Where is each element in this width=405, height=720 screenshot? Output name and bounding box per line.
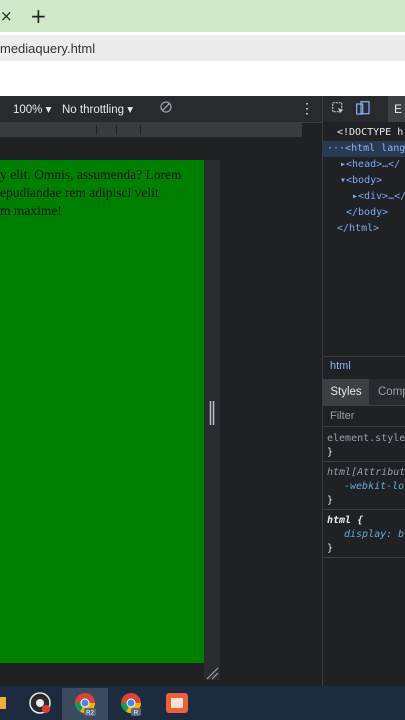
taskbar xyxy=(0,686,405,720)
more-options-icon[interactable]: ⋮ xyxy=(300,100,314,116)
tab-styles[interactable]: Styles xyxy=(323,379,369,405)
css-rule-end: } xyxy=(327,543,334,554)
css-rule-selector[interactable]: html[Attribut xyxy=(327,466,405,480)
dom-node-html[interactable]: ···<html lang= xyxy=(323,141,405,157)
css-rule-end: } xyxy=(327,447,334,458)
styles-filter-input[interactable]: Filter xyxy=(330,410,354,422)
dom-node-html-close[interactable]: </html> xyxy=(337,221,379,237)
css-rule-selector[interactable]: element.style xyxy=(327,432,405,446)
dom-node-body[interactable]: ▾<body> xyxy=(340,173,382,189)
new-tab-button[interactable]: + xyxy=(30,5,50,27)
viewport-paragraph: y elit. Omnis, assumenda? Lorem epudiand… xyxy=(0,167,182,218)
rule-divider xyxy=(323,461,405,462)
ruler-divider xyxy=(116,125,117,135)
resize-handle-icon[interactable] xyxy=(209,401,215,425)
css-rule-property[interactable]: display: b xyxy=(344,528,404,542)
breadcrumb-item-html[interactable]: html xyxy=(330,360,351,372)
start-icon[interactable] xyxy=(0,688,8,718)
corner-resize-icon[interactable] xyxy=(205,666,219,680)
chrome-icon-r[interactable]: R xyxy=(114,688,148,718)
dom-node-div[interactable]: ▸<div>…</ xyxy=(352,189,405,205)
zoom-dropdown[interactable]: 100% ▾ xyxy=(13,102,51,116)
chrome-icon-r2[interactable]: R2 xyxy=(68,688,102,718)
css-rule-property[interactable]: -webkit-lo xyxy=(344,480,404,494)
device-toggle-icon[interactable] xyxy=(356,101,370,115)
dom-node-body-close[interactable]: </body> xyxy=(346,205,388,221)
emulated-viewport[interactable] xyxy=(0,160,204,663)
ruler-divider xyxy=(96,125,97,135)
tab-computed[interactable]: Comp xyxy=(378,379,405,405)
ruler-divider xyxy=(140,125,141,135)
rule-divider xyxy=(323,557,405,558)
inspect-element-icon[interactable] xyxy=(332,102,344,114)
tab-strip xyxy=(0,0,405,32)
obs-icon[interactable] xyxy=(24,688,58,718)
rule-divider xyxy=(323,509,405,510)
rule-divider xyxy=(323,426,405,427)
throttling-dropdown[interactable]: No throttling ▾ xyxy=(62,102,133,116)
dom-node-doctype[interactable]: <!DOCTYPE h xyxy=(337,125,403,141)
dom-node-head[interactable]: ▸<head>…</ xyxy=(340,157,400,173)
media-query-ruler[interactable] xyxy=(0,123,302,137)
close-tab-button[interactable]: × xyxy=(0,6,14,26)
css-rule-selector[interactable]: html { xyxy=(327,514,363,528)
rotate-icon[interactable] xyxy=(160,101,172,113)
tab-elements[interactable]: E xyxy=(388,96,405,122)
url-text[interactable]: mediaquery.html xyxy=(0,41,95,56)
app-icon[interactable] xyxy=(160,688,194,718)
svg-text:R: R xyxy=(134,711,139,717)
css-rule-end: } xyxy=(327,495,334,506)
svg-text:R2: R2 xyxy=(86,711,94,717)
